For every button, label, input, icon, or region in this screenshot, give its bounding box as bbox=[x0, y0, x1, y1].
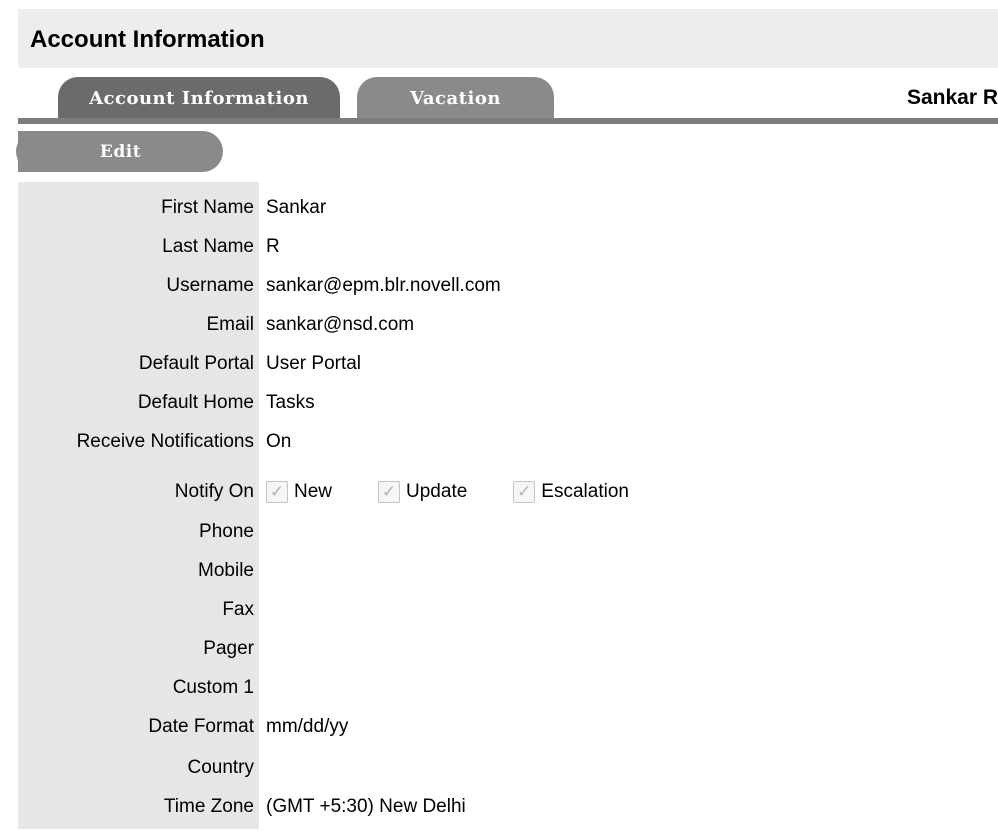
default-portal-label: Default Portal bbox=[138, 353, 254, 374]
pager-label: Pager bbox=[203, 638, 254, 659]
tab-account-information[interactable]: Account Information bbox=[58, 77, 340, 119]
tab-bar-divider bbox=[18, 118, 998, 124]
first-name-value: Sankar bbox=[266, 197, 327, 218]
row-date-format: Date Format mm/dd/yy bbox=[0, 707, 998, 747]
notify-new-label: New bbox=[294, 481, 333, 502]
last-name-value: R bbox=[266, 236, 280, 257]
fax-label: Fax bbox=[222, 599, 254, 620]
email-label: Email bbox=[206, 314, 254, 335]
last-name-label: Last Name bbox=[162, 236, 254, 257]
date-format-label: Date Format bbox=[148, 716, 254, 737]
notify-escalation-label: Escalation bbox=[541, 481, 629, 502]
check-icon: ✓ bbox=[517, 481, 532, 502]
row-email: Email sankar@nsd.com bbox=[0, 305, 998, 345]
notify-new-option[interactable]: ✓ New bbox=[266, 481, 332, 503]
tab-vacation[interactable]: Vacation bbox=[357, 77, 554, 119]
row-username: Username sankar@epm.blr.novell.com bbox=[0, 266, 998, 306]
row-fax: Fax bbox=[0, 590, 998, 630]
notify-update-label: Update bbox=[406, 481, 468, 502]
notify-on-options: ✓ New ✓ Update ✓ Escalation bbox=[266, 472, 675, 512]
notify-on-label: Notify On bbox=[174, 481, 254, 502]
edit-button[interactable]: Edit bbox=[16, 131, 223, 172]
check-icon: ✓ bbox=[269, 481, 285, 502]
default-portal-value: User Portal bbox=[266, 353, 362, 374]
date-format-value: mm/dd/yy bbox=[266, 716, 349, 737]
check-icon: ✓ bbox=[381, 481, 397, 502]
row-first-name: First Name Sankar bbox=[0, 188, 998, 228]
row-notify-on: Notify On ✓ New ✓ Update ✓ Escalation bbox=[0, 472, 998, 512]
row-default-portal: Default Portal User Portal bbox=[0, 344, 998, 384]
receive-notifications-label: Receive Notifications bbox=[76, 431, 254, 452]
username-label: Username bbox=[166, 275, 254, 296]
row-country: Country bbox=[0, 748, 998, 788]
page-title: Account Information bbox=[30, 26, 265, 53]
mobile-label: Mobile bbox=[198, 560, 254, 581]
email-value: sankar@nsd.com bbox=[266, 314, 415, 335]
current-user-name: Sankar R bbox=[906, 86, 998, 109]
phone-label: Phone bbox=[199, 521, 254, 542]
row-custom-1: Custom 1 bbox=[0, 668, 998, 708]
notify-update-option[interactable]: ✓ Update bbox=[378, 481, 467, 503]
row-last-name: Last Name R bbox=[0, 227, 998, 267]
custom-1-label: Custom 1 bbox=[172, 677, 254, 698]
notify-new-checkbox[interactable]: ✓ bbox=[266, 481, 288, 503]
time-zone-value: (GMT +5:30) New Delhi bbox=[266, 796, 466, 817]
country-label: Country bbox=[187, 757, 254, 778]
default-home-value: Tasks bbox=[266, 392, 315, 413]
default-home-label: Default Home bbox=[137, 392, 254, 413]
first-name-label: First Name bbox=[161, 197, 254, 218]
receive-notifications-value: On bbox=[266, 431, 292, 452]
row-time-zone: Time Zone (GMT +5:30) New Delhi bbox=[0, 787, 998, 827]
page-header: Account Information bbox=[18, 9, 998, 68]
row-default-home: Default Home Tasks bbox=[0, 383, 998, 423]
username-value: sankar@epm.blr.novell.com bbox=[266, 275, 501, 296]
row-phone: Phone bbox=[0, 512, 998, 552]
row-receive-notifications: Receive Notifications On bbox=[0, 422, 998, 462]
notify-update-checkbox[interactable]: ✓ bbox=[378, 481, 401, 503]
time-zone-label: Time Zone bbox=[163, 796, 254, 817]
row-mobile: Mobile bbox=[0, 551, 998, 591]
notify-escalation-checkbox[interactable]: ✓ bbox=[513, 481, 536, 503]
row-pager: Pager bbox=[0, 629, 998, 669]
notify-escalation-option[interactable]: ✓ Escalation bbox=[513, 481, 629, 503]
